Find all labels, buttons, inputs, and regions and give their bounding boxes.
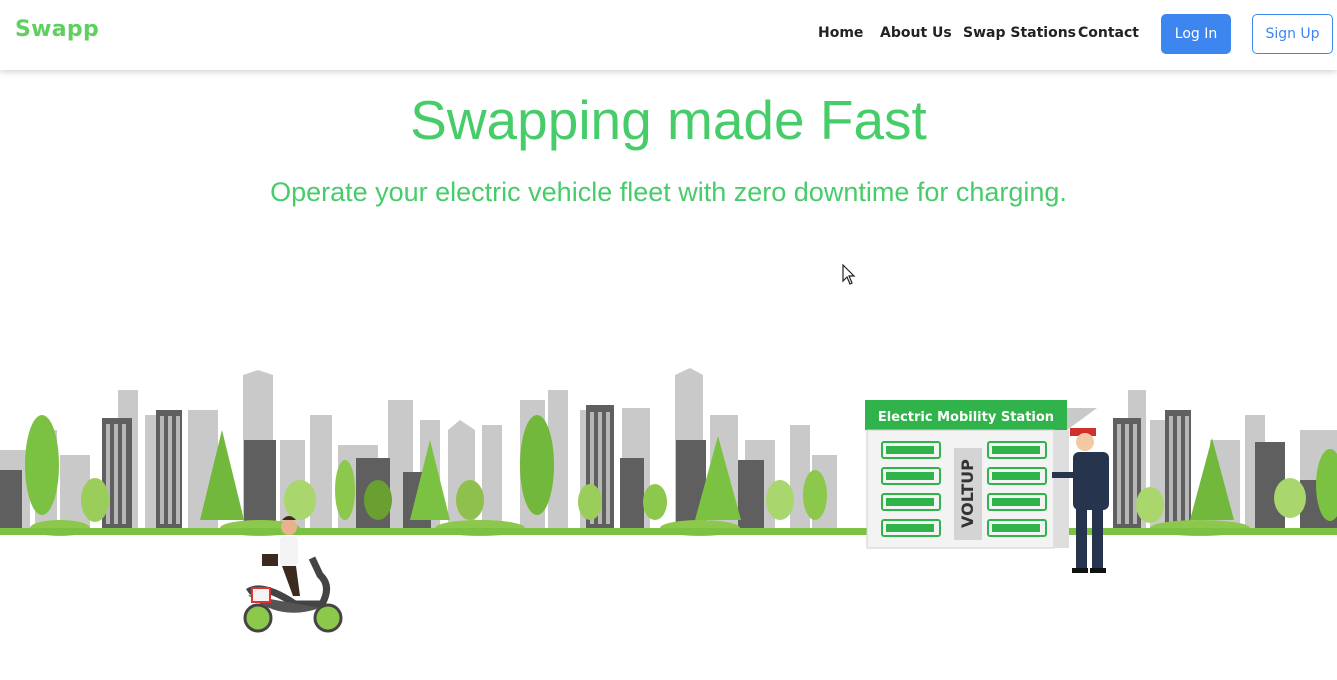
hero-title: Swapping made Fast <box>410 89 927 151</box>
station-brand: VOLTUP <box>958 459 977 528</box>
hero-subtitle: Operate your electric vehicle fleet with… <box>270 177 1067 207</box>
login-button[interactable]: Log In <box>1161 14 1231 54</box>
nav-link-contact[interactable]: Contact <box>1078 25 1139 41</box>
nav-link-home[interactable]: Home <box>818 25 863 41</box>
city-illustration: Electric Mobility Station VOLTUP <box>0 368 1337 633</box>
signup-button[interactable]: Sign Up <box>1252 14 1333 54</box>
mouse-cursor-icon <box>842 264 856 285</box>
nav-link-about-us[interactable]: About Us <box>880 25 952 41</box>
station-label: Electric Mobility Station <box>878 410 1054 425</box>
nav-link-swap-stations[interactable]: Swap Stations <box>963 25 1076 41</box>
ground-line <box>0 528 1337 535</box>
navbar: Swapp Home About Us Swap Stations Contac… <box>0 0 1337 70</box>
brand-logo[interactable]: Swapp <box>15 17 99 42</box>
